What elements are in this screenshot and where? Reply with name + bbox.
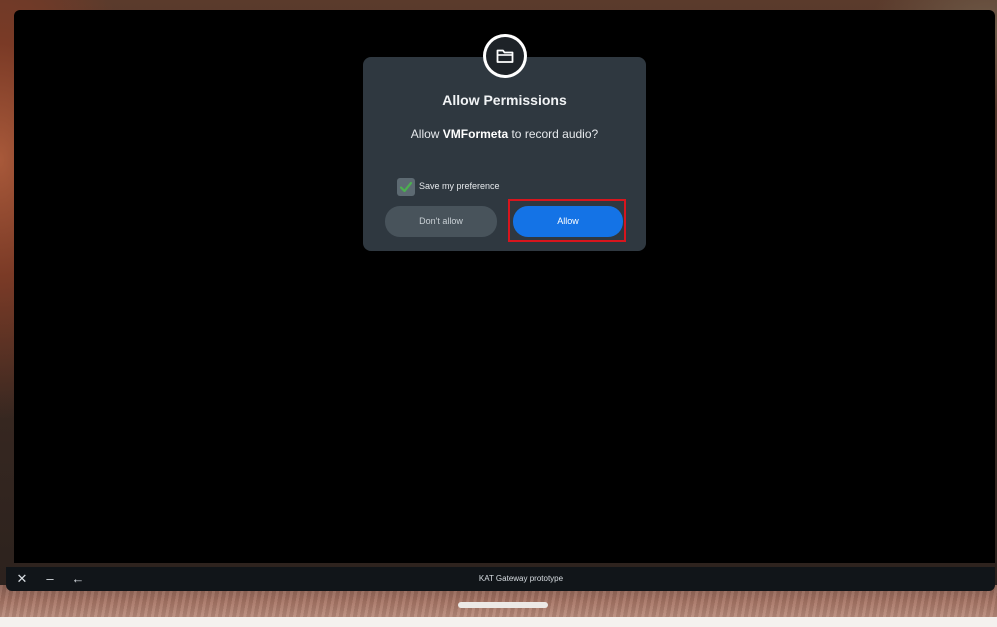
home-indicator[interactable] xyxy=(458,602,548,608)
dont-allow-button[interactable]: Don't allow xyxy=(385,206,497,237)
save-preference-checkbox[interactable] xyxy=(397,178,415,196)
dialog-title: Allow Permissions xyxy=(442,92,567,108)
checkmark-icon xyxy=(399,181,413,193)
save-preference-label[interactable]: Save my preference xyxy=(419,181,500,191)
back-arrow-icon[interactable]: ← xyxy=(68,567,88,591)
dialog-icon-badge xyxy=(483,34,527,78)
allow-button-highlight xyxy=(508,199,626,242)
message-suffix: to record audio? xyxy=(508,127,599,141)
app-name: VMFormeta xyxy=(442,127,509,141)
minimize-icon[interactable]: – xyxy=(40,567,60,591)
close-icon[interactable]: ✕ xyxy=(12,567,32,591)
dialog-message: Allow VMFormeta to record audio? xyxy=(363,127,646,141)
bottom-margin xyxy=(0,617,997,627)
window-title: KAT Gateway prototype xyxy=(478,574,564,583)
window-taskbar: ✕ – ← KAT Gateway prototype xyxy=(6,567,995,591)
message-prefix: Allow xyxy=(410,127,443,141)
folder-icon xyxy=(496,49,514,63)
vr-environment-background: ✕ – ← KAT Gateway prototype Allow Permis… xyxy=(0,0,997,627)
